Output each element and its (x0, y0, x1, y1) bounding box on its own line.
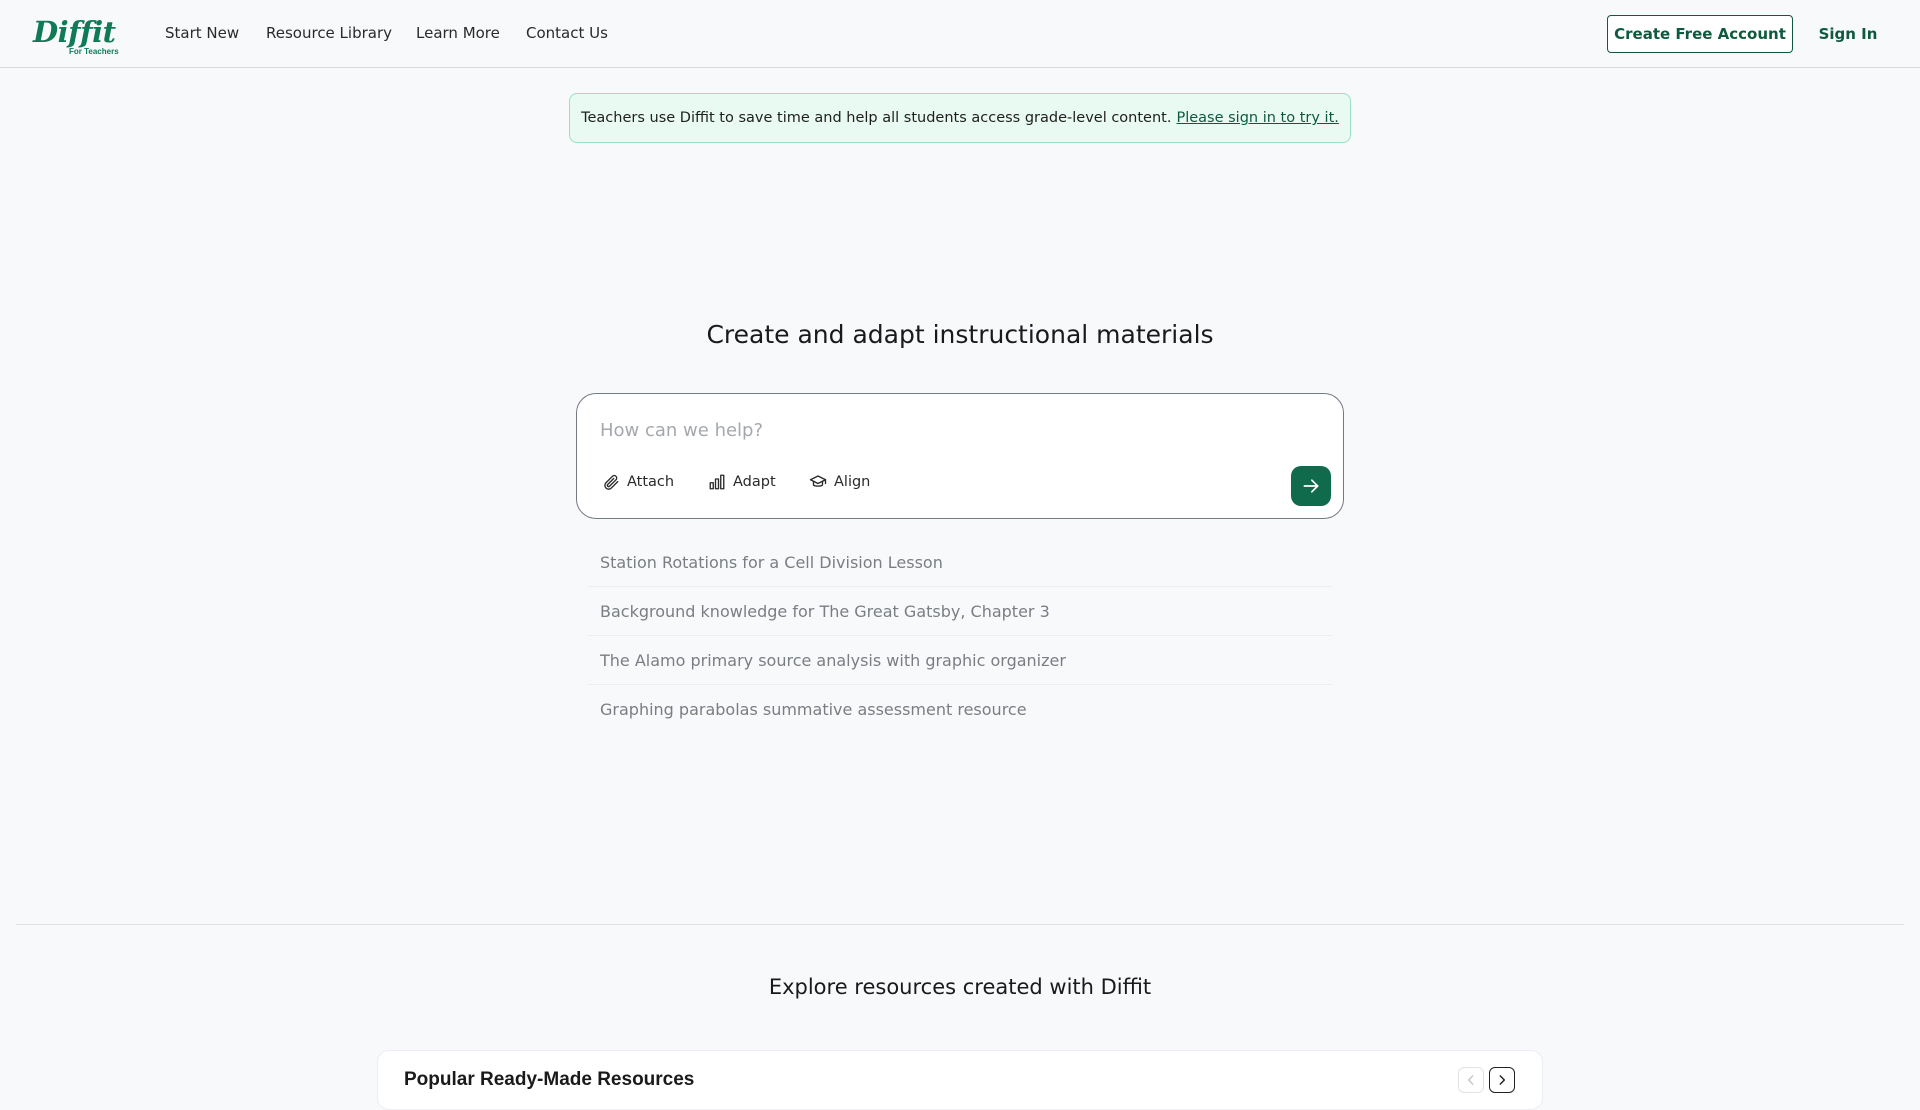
resources-card: Popular Ready-Made Resources (377, 1050, 1543, 1110)
card-title: Popular Ready-Made Resources (404, 1069, 695, 1090)
prompt-input[interactable] (600, 414, 1300, 446)
diffit-logo[interactable]: Diffit For Teachers (33, 16, 119, 58)
graduation-cap-icon (809, 475, 827, 487)
suggestion-item[interactable]: The Alamo primary source analysis with g… (588, 636, 1332, 685)
bar-chart-icon (709, 474, 725, 490)
suggestion-item[interactable]: Background knowledge for The Great Gatsb… (588, 587, 1332, 636)
attach-button[interactable]: Attach (602, 470, 674, 494)
logo-wordmark: Diffit (33, 15, 116, 49)
suggestion-item[interactable]: Station Rotations for a Cell Division Le… (588, 538, 1332, 587)
suggestion-item[interactable]: Graphing parabolas summative assessment … (588, 685, 1332, 734)
paperclip-icon (604, 474, 619, 490)
top-header: Diffit For Teachers Start New Resource L… (0, 0, 1920, 68)
sign-in-link[interactable]: Please sign in to try it. (1176, 110, 1338, 126)
info-banner: Teachers use Diffit to save time and hel… (569, 93, 1351, 143)
explore-title: Explore resources created with Diffit (768, 975, 1152, 999)
prompt-box: Attach Adapt Align (576, 393, 1344, 519)
carousel-prev-button[interactable] (1458, 1067, 1484, 1093)
sign-in-button[interactable]: Sign In (1810, 15, 1886, 53)
nav-resource-library[interactable]: Resource Library (266, 24, 392, 42)
carousel-next-button[interactable] (1489, 1067, 1515, 1093)
section-divider (16, 924, 1904, 925)
adapt-button[interactable]: Adapt (708, 470, 776, 494)
chevron-right-icon (1499, 1075, 1506, 1085)
adapt-label: Adapt (733, 474, 776, 490)
align-label: Align (834, 474, 871, 490)
logo-subtitle: For Teachers (69, 47, 119, 56)
align-button[interactable]: Align (809, 470, 870, 494)
banner-text: Teachers use Diffit to save time and hel… (581, 110, 1172, 126)
nav-contact-us[interactable]: Contact Us (526, 24, 608, 42)
suggestion-list: Station Rotations for a Cell Division Le… (588, 538, 1332, 734)
nav-learn-more[interactable]: Learn More (416, 24, 500, 42)
chevron-left-icon (1467, 1075, 1474, 1085)
send-button[interactable] (1291, 466, 1331, 506)
attach-label: Attach (627, 474, 675, 490)
create-free-account-button[interactable]: Create Free Account (1607, 15, 1793, 53)
page-title: Create and adapt instructional materials (706, 320, 1214, 349)
nav-start-new[interactable]: Start New (165, 24, 239, 42)
arrow-right-icon (1303, 479, 1319, 493)
